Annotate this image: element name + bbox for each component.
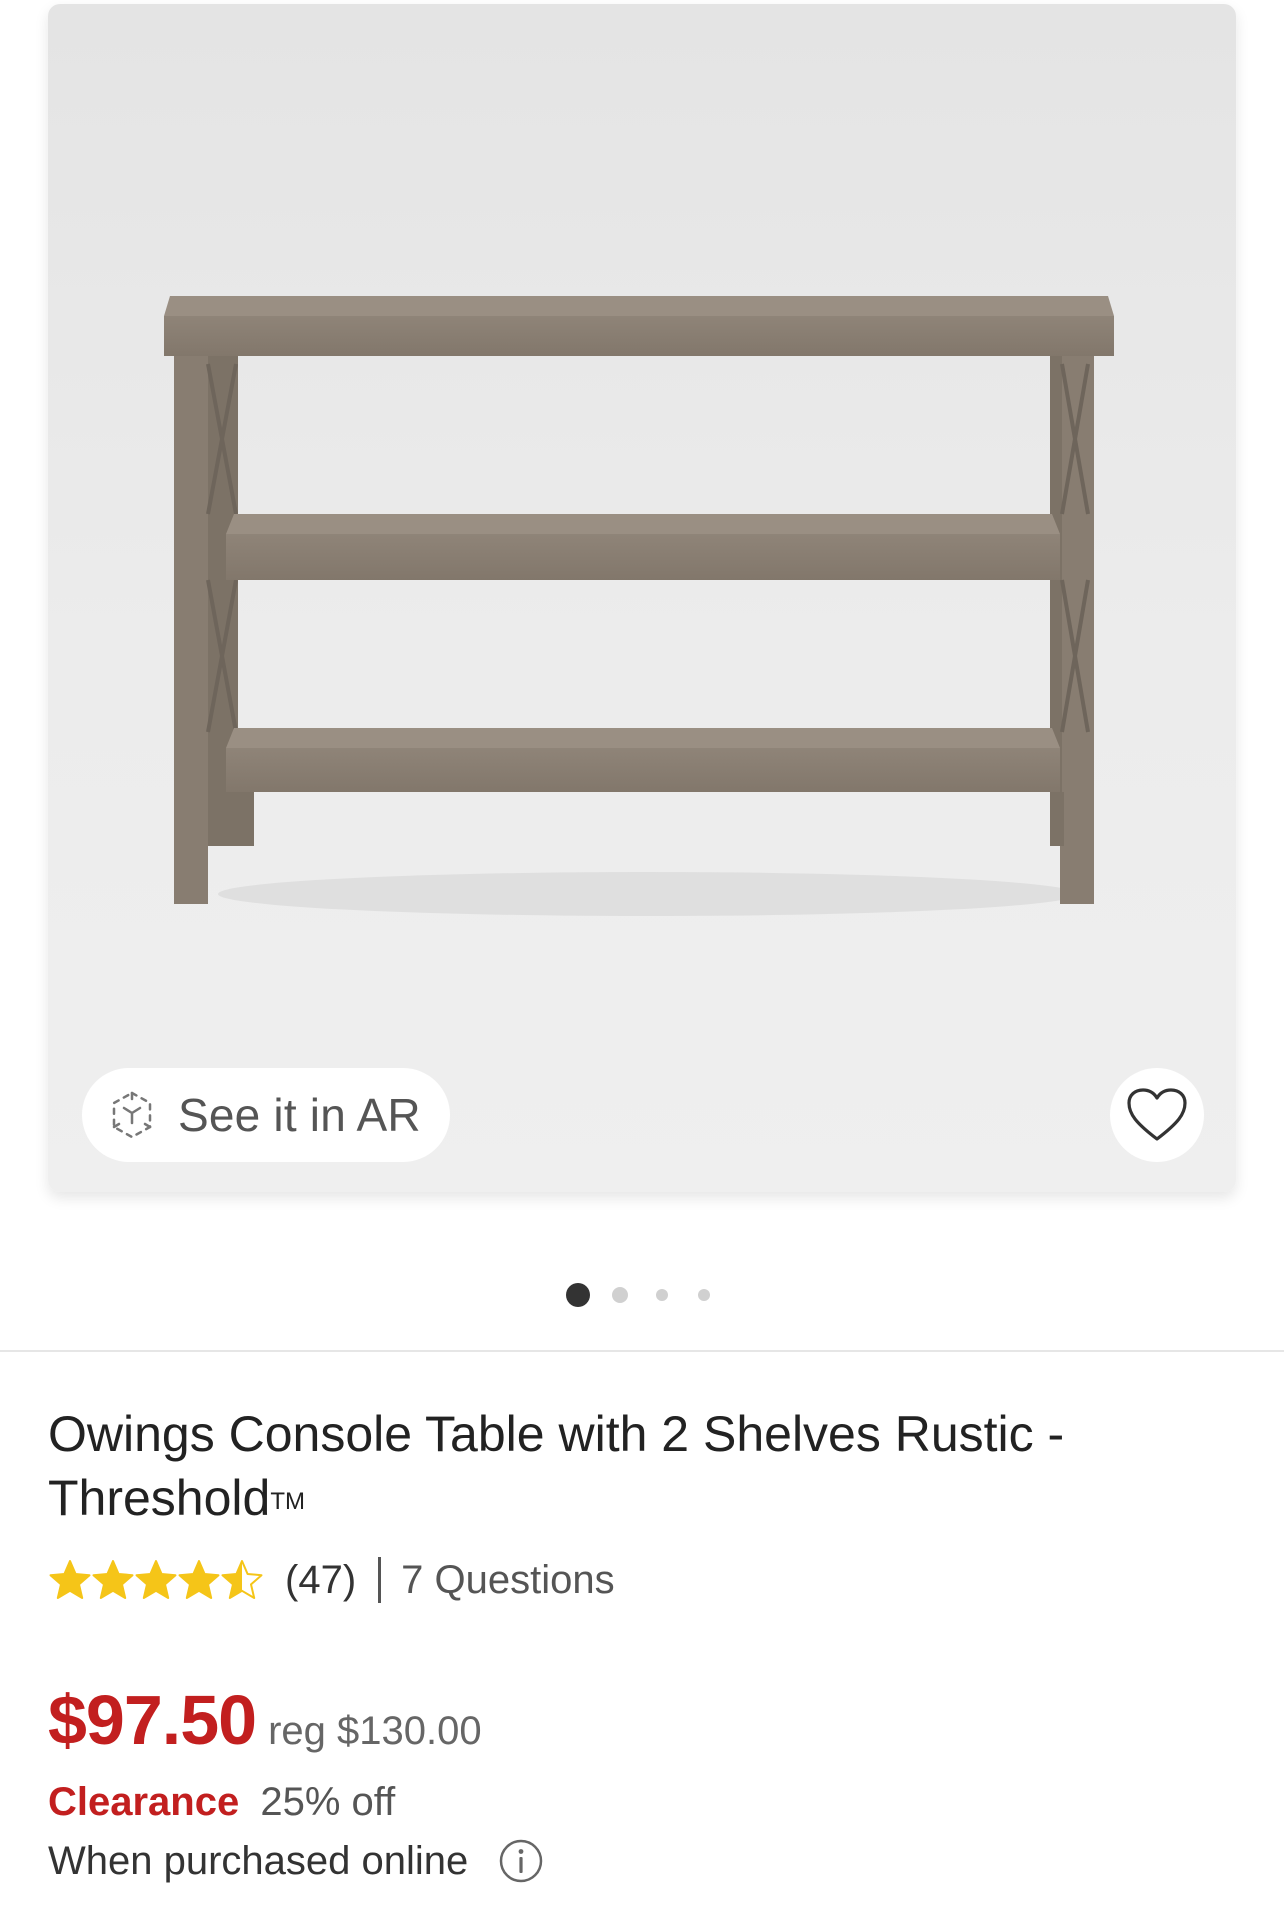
- trademark-symbol: TM: [270, 1488, 305, 1515]
- star-full-icon: [92, 1560, 134, 1599]
- ar-cube-icon: [112, 1091, 152, 1139]
- star-full-icon: [178, 1560, 220, 1599]
- carousel-dot[interactable]: [612, 1287, 628, 1303]
- carousel-dot[interactable]: [566, 1283, 590, 1307]
- carousel-dot[interactable]: [656, 1289, 668, 1301]
- questions-link[interactable]: 7 Questions: [401, 1558, 614, 1603]
- rating-row: (47) 7 Questions: [48, 1550, 615, 1610]
- star-rating[interactable]: [48, 1558, 263, 1602]
- heart-outline-icon: [1127, 1088, 1187, 1141]
- clearance-label: Clearance: [48, 1780, 240, 1824]
- rating-separator: [378, 1557, 382, 1603]
- product-title-text: Owings Console Table with 2 Shelves Rust…: [48, 1406, 1065, 1526]
- section-divider: [0, 1350, 1284, 1352]
- product-title: Owings Console Table with 2 Shelves Rust…: [48, 1402, 1208, 1530]
- see-in-ar-button[interactable]: See it in AR: [82, 1068, 450, 1162]
- product-image: [164, 296, 1114, 916]
- carousel-pagination[interactable]: [0, 1280, 1284, 1310]
- price-row: $97.50 reg $130.00: [48, 1680, 482, 1760]
- star-full-icon: [49, 1560, 91, 1599]
- sale-price: $97.50: [48, 1681, 257, 1759]
- ar-button-label: See it in AR: [178, 1089, 421, 1141]
- product-image-card[interactable]: See it in AR: [48, 4, 1236, 1192]
- star-full-icon: [135, 1560, 177, 1599]
- discount-text: 25% off: [260, 1780, 396, 1824]
- review-count[interactable]: (47): [285, 1558, 356, 1603]
- info-icon[interactable]: [498, 1838, 544, 1884]
- star-half-icon: [221, 1560, 263, 1599]
- favorite-button[interactable]: [1110, 1068, 1204, 1162]
- clearance-row: Clearance 25% off: [48, 1780, 395, 1825]
- online-note: When purchased online: [48, 1838, 544, 1884]
- regular-price: reg $130.00: [268, 1709, 482, 1753]
- carousel-dot[interactable]: [698, 1289, 710, 1301]
- online-text: When purchased online: [48, 1838, 469, 1883]
